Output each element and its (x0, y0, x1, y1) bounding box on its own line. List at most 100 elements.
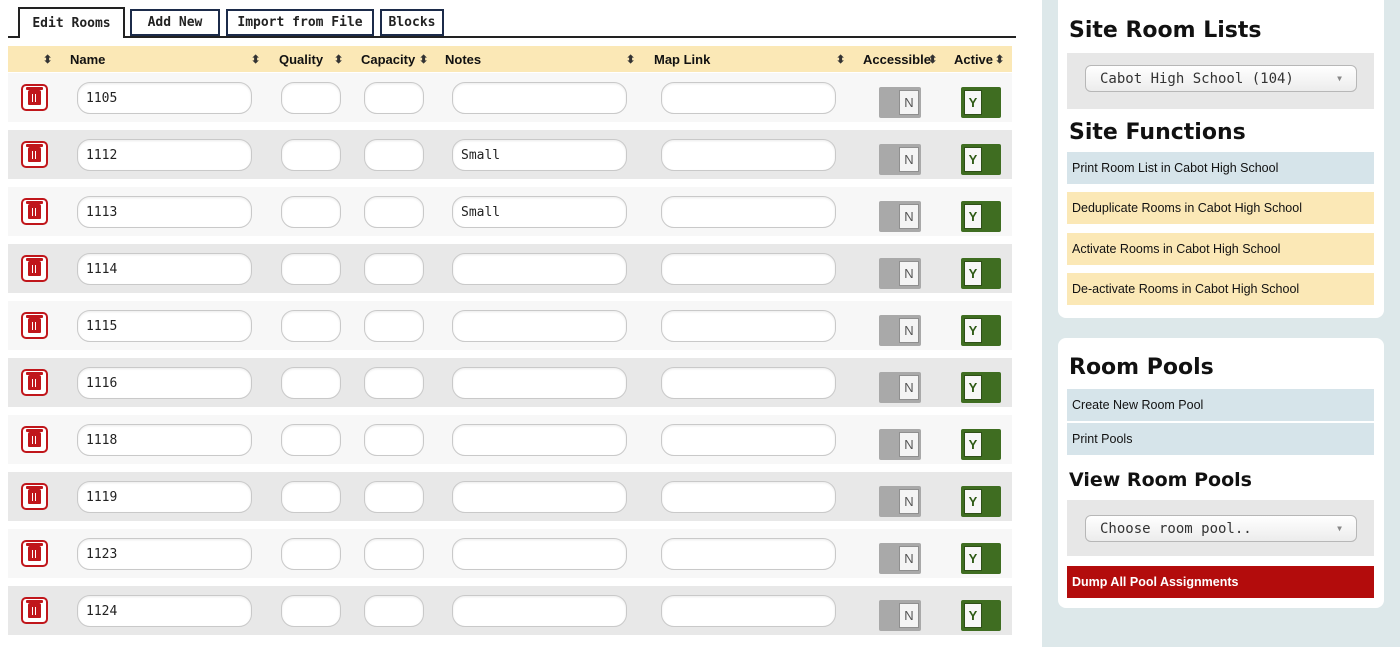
sort-icon-map-link[interactable]: ⬍ (836, 46, 845, 72)
active-toggle[interactable]: Y (961, 87, 1001, 118)
room-pool-select[interactable]: Choose room pool.. ▼ (1085, 515, 1357, 542)
room-capacity-input[interactable] (364, 82, 424, 114)
accessible-toggle[interactable]: N (879, 258, 921, 291)
accessible-toggle[interactable]: N (879, 87, 921, 120)
room-map-link-input[interactable] (661, 481, 836, 513)
print-pools-link[interactable]: Print Pools (1067, 423, 1374, 455)
room-quality-input[interactable] (281, 538, 341, 570)
active-toggle[interactable]: Y (961, 315, 1001, 346)
room-notes-input[interactable] (452, 253, 627, 285)
sort-icon-name[interactable]: ⬍ (251, 46, 260, 72)
dump-pool-assignments-button[interactable]: Dump All Pool Assignments (1067, 566, 1374, 598)
delete-room-button[interactable] (21, 84, 48, 111)
room-name-input[interactable] (77, 595, 252, 627)
sort-icon-accessible[interactable]: ⬍ (928, 46, 937, 72)
room-capacity-input[interactable] (364, 538, 424, 570)
room-capacity-input[interactable] (364, 481, 424, 513)
active-toggle[interactable]: Y (961, 258, 1001, 289)
delete-room-button[interactable] (21, 597, 48, 624)
delete-room-button[interactable] (21, 312, 48, 339)
room-quality-input[interactable] (281, 424, 341, 456)
active-toggle[interactable]: Y (961, 372, 1001, 403)
accessible-toggle[interactable]: N (879, 600, 921, 633)
room-name-input[interactable] (77, 253, 252, 285)
room-notes-input[interactable] (452, 139, 627, 171)
room-notes-input[interactable] (452, 595, 627, 627)
sort-icon-notes[interactable]: ⬍ (626, 46, 635, 72)
room-quality-input[interactable] (281, 82, 341, 114)
room-map-link-input[interactable] (661, 196, 836, 228)
room-quality-input[interactable] (281, 595, 341, 627)
accessible-toggle[interactable]: N (879, 429, 921, 462)
tab-add-new[interactable]: Add New (130, 9, 220, 36)
delete-room-button[interactable] (21, 426, 48, 453)
accessible-toggle[interactable]: N (879, 201, 921, 234)
room-quality-input[interactable] (281, 139, 341, 171)
active-toggle[interactable]: Y (961, 600, 1001, 631)
sort-icon-active[interactable]: ⬍ (995, 46, 1004, 72)
room-notes-input[interactable] (452, 196, 627, 228)
activate-rooms-link[interactable]: Activate Rooms in Cabot High School (1067, 233, 1374, 265)
room-map-link-input[interactable] (661, 139, 836, 171)
active-toggle[interactable]: Y (961, 543, 1001, 574)
create-room-pool-link[interactable]: Create New Room Pool (1067, 389, 1374, 421)
room-capacity-input[interactable] (364, 310, 424, 342)
room-capacity-input[interactable] (364, 253, 424, 285)
room-quality-input[interactable] (281, 196, 341, 228)
room-capacity-input[interactable] (364, 196, 424, 228)
sort-icon-delete[interactable]: ⬍ (43, 46, 52, 72)
room-capacity-input[interactable] (364, 367, 424, 399)
active-toggle[interactable]: Y (961, 486, 1001, 517)
delete-room-button[interactable] (21, 255, 48, 282)
tab-blocks[interactable]: Blocks (380, 9, 444, 36)
delete-room-button[interactable] (21, 369, 48, 396)
delete-room-button[interactable] (21, 540, 48, 567)
room-quality-input[interactable] (281, 253, 341, 285)
deduplicate-rooms-link[interactable]: Deduplicate Rooms in Cabot High School (1067, 192, 1374, 224)
site-select[interactable]: Cabot High School (104) ▼ (1085, 65, 1357, 92)
sort-icon-capacity[interactable]: ⬍ (419, 46, 428, 72)
print-room-list-link[interactable]: Print Room List in Cabot High School (1067, 152, 1374, 184)
room-capacity-input[interactable] (364, 595, 424, 627)
room-notes-input[interactable] (452, 538, 627, 570)
accessible-toggle[interactable]: N (879, 144, 921, 177)
delete-room-button[interactable] (21, 141, 48, 168)
accessible-toggle[interactable]: N (879, 372, 921, 405)
room-notes-input[interactable] (452, 310, 627, 342)
room-quality-input[interactable] (281, 481, 341, 513)
room-name-input[interactable] (77, 481, 252, 513)
room-notes-input[interactable] (452, 424, 627, 456)
accessible-toggle[interactable]: N (879, 543, 921, 576)
room-map-link-input[interactable] (661, 253, 836, 285)
room-map-link-input[interactable] (661, 595, 836, 627)
room-capacity-input[interactable] (364, 139, 424, 171)
room-name-input[interactable] (77, 82, 252, 114)
room-name-input[interactable] (77, 196, 252, 228)
accessible-toggle[interactable]: N (879, 486, 921, 519)
room-notes-input[interactable] (452, 82, 627, 114)
room-map-link-input[interactable] (661, 310, 836, 342)
room-map-link-input[interactable] (661, 424, 836, 456)
room-quality-input[interactable] (281, 367, 341, 399)
delete-room-button[interactable] (21, 198, 48, 225)
tab-import-from-file[interactable]: Import from File (226, 9, 374, 36)
room-name-input[interactable] (77, 367, 252, 399)
room-notes-input[interactable] (452, 367, 627, 399)
active-toggle[interactable]: Y (961, 201, 1001, 232)
active-toggle[interactable]: Y (961, 144, 1001, 175)
room-name-input[interactable] (77, 424, 252, 456)
delete-room-button[interactable] (21, 483, 48, 510)
room-name-input[interactable] (77, 310, 252, 342)
accessible-toggle[interactable]: N (879, 315, 921, 348)
room-name-input[interactable] (77, 538, 252, 570)
room-map-link-input[interactable] (661, 82, 836, 114)
room-map-link-input[interactable] (661, 367, 836, 399)
tab-edit-rooms[interactable]: Edit Rooms (18, 7, 125, 38)
room-capacity-input[interactable] (364, 424, 424, 456)
room-name-input[interactable] (77, 139, 252, 171)
deactivate-rooms-link[interactable]: De-activate Rooms in Cabot High School (1067, 273, 1374, 305)
room-notes-input[interactable] (452, 481, 627, 513)
room-quality-input[interactable] (281, 310, 341, 342)
room-map-link-input[interactable] (661, 538, 836, 570)
sort-icon-quality[interactable]: ⬍ (334, 46, 343, 72)
